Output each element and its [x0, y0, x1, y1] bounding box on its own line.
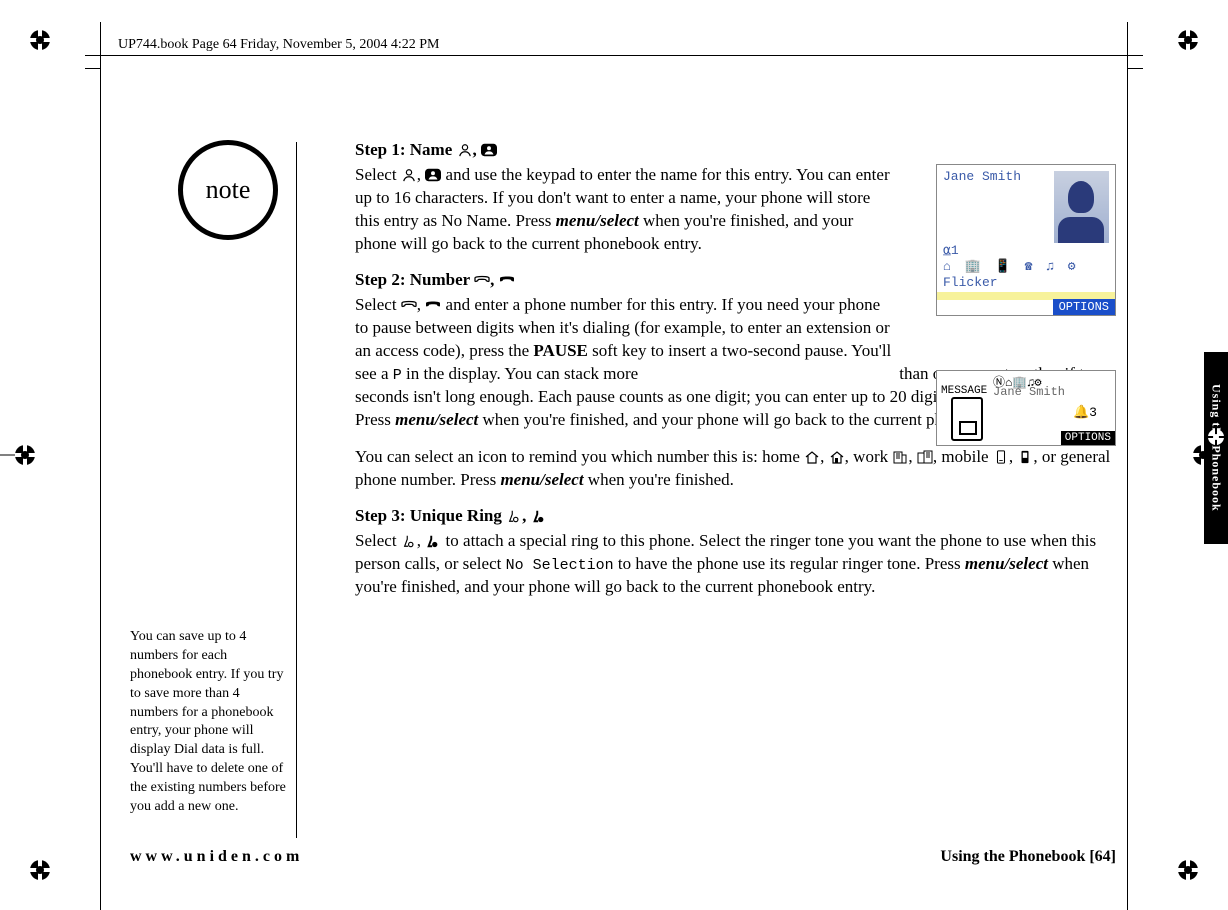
- frame-line: [100, 22, 101, 910]
- screen2-name: Jane Smith: [993, 385, 1065, 399]
- frame-line: [1128, 68, 1143, 69]
- crop-mark-icon: [1173, 855, 1203, 885]
- page-footer: www.uniden.com Using the Phonebook [64]: [130, 848, 1116, 866]
- screen1-icons: ⌂ 🏢 📱 ☎ ♫ ⚙: [943, 259, 1079, 274]
- battery-icon: [951, 397, 983, 441]
- menu-select-label: menu/select: [965, 554, 1048, 573]
- phone-outline-icon: [474, 273, 490, 287]
- step1-heading: Step 1: Name ,: [355, 140, 1116, 160]
- header-rule: [85, 55, 1143, 56]
- avatar-icon: [1054, 171, 1109, 243]
- pdf-header: UP744.book Page 64 Friday, November 5, 2…: [118, 37, 439, 53]
- screen1-name: Jane Smith: [943, 169, 1021, 184]
- work-outline-icon: [892, 450, 908, 464]
- heading-text: Step 1: Name: [355, 140, 457, 159]
- person-outline-icon: [457, 143, 473, 157]
- frame-line: [85, 68, 100, 69]
- step3-heading: Step 3: Unique Ring ,: [355, 506, 1116, 526]
- step2-body-2: You can select an icon to remind you whi…: [355, 446, 1116, 492]
- footer-section: Using the Phonebook [64]: [940, 848, 1116, 866]
- no-selection-label: No Selection: [506, 557, 614, 574]
- phone-solid-icon: [425, 298, 441, 312]
- note-label: note: [206, 175, 251, 205]
- p-char: P: [393, 367, 402, 384]
- phone-solid-icon: [499, 273, 515, 287]
- mobile-solid-icon: [1017, 450, 1033, 464]
- phone-outline-icon: [401, 298, 417, 312]
- step1-body: Select , and use the keypad to enter the…: [355, 164, 895, 256]
- footer-url: www.uniden.com: [130, 848, 303, 866]
- ring-solid-icon: [425, 534, 441, 548]
- person-solid-icon: [425, 168, 441, 182]
- screen1-options: OPTIONS: [1053, 299, 1115, 315]
- menu-select-label: menu/select: [500, 470, 583, 489]
- home-outline-icon: [804, 450, 820, 464]
- margin-note: You can save up to 4 numbers for each ph…: [130, 628, 290, 817]
- menu-select-label: menu/select: [556, 211, 639, 230]
- crop-mark-icon: [25, 25, 55, 55]
- screen2-message: MESSAGE: [941, 385, 987, 397]
- note-badge: note: [178, 140, 278, 240]
- screen2-options: OPTIONS: [1061, 431, 1115, 445]
- step3-body: Select , to attach a special ring to thi…: [355, 530, 1116, 599]
- heading-text: Step 2: Number: [355, 270, 474, 289]
- screen2-bell: 🔔3: [1073, 405, 1097, 420]
- side-mark-icon: [0, 440, 40, 470]
- mobile-outline-icon: [993, 450, 1009, 464]
- phone-screen-1: Jane Smith ⍶1 ⌂ 🏢 📱 ☎ ♫ ⚙ Flicker OPTION…: [936, 164, 1116, 316]
- person-outline-icon: [401, 168, 417, 182]
- ring-outline-icon: [506, 509, 522, 523]
- crop-mark-icon: [1173, 25, 1203, 55]
- person-solid-icon: [481, 143, 497, 157]
- thumb-tab-label: Using the Phonebook: [1209, 384, 1224, 512]
- work-alt-icon: [917, 450, 933, 464]
- main-content: Step 1: Name , Select , and use the keyp…: [355, 140, 1116, 613]
- thumb-tab: Using the Phonebook: [1204, 352, 1228, 544]
- menu-select-label: menu/select: [395, 410, 478, 429]
- phone-screen-2: Ⓝ⌂🏢♫⚙ MESSAGE Jane Smith 🔔3 OPTIONS: [936, 370, 1116, 446]
- home-solid-icon: [829, 450, 845, 464]
- pause-key-label: PAUSE: [533, 341, 587, 360]
- heading-text: Step 3: Unique Ring: [355, 506, 506, 525]
- ring-solid-icon: [531, 509, 547, 523]
- crop-mark-icon: [25, 855, 55, 885]
- ring-outline-icon: [401, 534, 417, 548]
- screen1-ring: Flicker: [943, 275, 998, 290]
- screen1-row1: ⍶1: [943, 243, 959, 258]
